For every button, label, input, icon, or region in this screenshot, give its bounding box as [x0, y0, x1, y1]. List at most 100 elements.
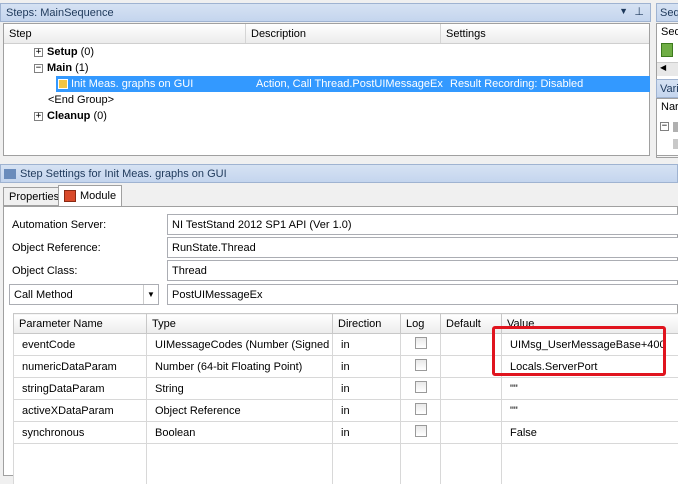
param-direction: in	[333, 400, 401, 422]
dropdown-arrow-icon[interactable]: ▼	[619, 6, 628, 16]
step-description: Action, Call Thread.PostUIMessageEx	[256, 78, 450, 90]
variable-icon	[673, 139, 678, 149]
method-field[interactable]: PostUIMessageEx	[167, 284, 678, 305]
module-icon	[64, 190, 76, 202]
param-type[interactable]: String	[147, 378, 333, 400]
col-log[interactable]: Log	[401, 314, 441, 334]
steps-grid[interactable]: Step Description Settings + Setup (0) − …	[3, 23, 650, 156]
table-row[interactable]: synchronous Boolean in False	[14, 422, 678, 444]
tab-strip: Properties Module	[0, 185, 678, 207]
filler-cell	[14, 444, 147, 484]
param-value[interactable]: False	[502, 422, 678, 444]
group-count: (0)	[93, 110, 106, 122]
variables-name-column: Nar	[657, 99, 678, 113]
log-checkbox[interactable]	[415, 381, 427, 393]
param-type[interactable]: Number (64-bit Floating Point)	[147, 356, 333, 378]
step-settings: Result Recording: Disabled	[450, 78, 583, 90]
object-reference-field[interactable]: RunState.Thread	[167, 237, 678, 258]
variable-icon	[673, 122, 678, 132]
tab-properties[interactable]: Properties	[3, 187, 65, 206]
param-name: stringDataParam	[14, 378, 147, 400]
steps-grid-header: Step Description Settings	[4, 24, 649, 44]
param-type[interactable]: Object Reference	[147, 400, 333, 422]
sequence-file-icon	[661, 43, 673, 57]
action-step-icon	[58, 79, 68, 89]
log-cell	[401, 422, 441, 444]
filler-cell	[333, 444, 401, 484]
automation-server-field[interactable]: NI TestStand 2012 SP1 API (Ver 1.0)	[167, 214, 678, 235]
steps-pane-title: Steps: MainSequence ▼ ⊥	[0, 3, 651, 22]
variables-pane[interactable]: Nar −	[656, 98, 678, 156]
automation-server-label: Automation Server:	[12, 214, 106, 235]
object-class-field[interactable]: Thread	[167, 260, 678, 281]
chevron-down-icon[interactable]: ▼	[143, 285, 158, 304]
default-cell[interactable]	[441, 422, 502, 444]
steps-pane-title-text: Steps: MainSequence	[6, 7, 114, 19]
param-direction: in	[333, 422, 401, 444]
expand-plus-icon[interactable]: +	[34, 48, 43, 57]
param-name: synchronous	[14, 422, 147, 444]
param-value[interactable]: ""	[502, 378, 678, 400]
log-cell	[401, 400, 441, 422]
object-reference-label: Object Reference:	[12, 237, 101, 258]
log-cell	[401, 334, 441, 356]
variables-pane-title-text: Varia	[660, 83, 678, 95]
table-row[interactable]: activeXDataParam Object Reference in ""	[14, 400, 678, 422]
default-cell[interactable]	[441, 378, 502, 400]
sequences-pane-title: Sequ	[656, 3, 678, 22]
col-type[interactable]: Type	[147, 314, 333, 334]
default-cell[interactable]	[441, 400, 502, 422]
col-direction[interactable]: Direction	[333, 314, 401, 334]
param-name: activeXDataParam	[14, 400, 147, 422]
sequences-label: Seq	[657, 24, 678, 38]
tab-module-label: Module	[80, 190, 116, 202]
param-direction: in	[333, 356, 401, 378]
step-settings-icon	[4, 169, 16, 179]
log-checkbox[interactable]	[415, 425, 427, 437]
param-type[interactable]: UIMessageCodes (Number (Signed 32...	[147, 334, 333, 356]
expand-plus-icon[interactable]: +	[34, 112, 43, 121]
param-value[interactable]: ""	[502, 400, 678, 422]
table-row[interactable]: stringDataParam String in ""	[14, 378, 678, 400]
col-settings[interactable]: Settings	[441, 24, 649, 43]
step-settings-title: Step Settings for Init Meas. graphs on G…	[0, 164, 678, 183]
group-setup[interactable]: + Setup (0)	[34, 44, 234, 60]
param-type[interactable]: Boolean	[147, 422, 333, 444]
table-filler-row	[14, 444, 678, 484]
filler-cell	[147, 444, 333, 484]
log-cell	[401, 356, 441, 378]
col-description[interactable]: Description	[246, 24, 441, 43]
filler-cell	[441, 444, 502, 484]
filler-cell	[401, 444, 441, 484]
filler-cell	[502, 444, 678, 484]
tab-module[interactable]: Module	[58, 185, 122, 207]
log-checkbox[interactable]	[415, 403, 427, 415]
log-checkbox[interactable]	[415, 359, 427, 371]
group-count: (0)	[81, 46, 94, 58]
group-label: Cleanup	[47, 110, 90, 122]
collapse-minus-icon[interactable]: −	[660, 122, 669, 131]
step-name: Init Meas. graphs on GUI	[71, 78, 256, 90]
sequences-pane-title-text: Sequ	[660, 7, 678, 19]
pin-icon[interactable]: ⊥	[634, 5, 644, 18]
selected-step-row[interactable]: Init Meas. graphs on GUI Action, Call Th…	[56, 76, 650, 92]
collapse-minus-icon[interactable]: −	[34, 64, 43, 73]
group-label: Setup	[47, 46, 78, 58]
col-parameter-name[interactable]: Parameter Name	[14, 314, 147, 334]
group-main[interactable]: − Main (1)	[34, 60, 234, 76]
col-step[interactable]: Step	[4, 24, 246, 43]
call-type-select[interactable]: Call Method ▼	[9, 284, 159, 305]
param-name: numericDataParam	[14, 356, 147, 378]
step-settings-title-text: Step Settings for Init Meas. graphs on G…	[20, 168, 227, 180]
group-count: (1)	[75, 62, 88, 74]
variables-pane-title: Varia	[656, 79, 678, 98]
param-direction: in	[333, 378, 401, 400]
log-checkbox[interactable]	[415, 337, 427, 349]
object-class-label: Object Class:	[12, 260, 77, 281]
scroll-left-icon[interactable]: ◀	[657, 62, 678, 76]
param-name: eventCode	[14, 334, 147, 356]
end-group-row[interactable]: <End Group>	[48, 92, 248, 108]
group-label: Main	[47, 62, 72, 74]
param-direction: in	[333, 334, 401, 356]
group-cleanup[interactable]: + Cleanup (0)	[34, 108, 234, 124]
